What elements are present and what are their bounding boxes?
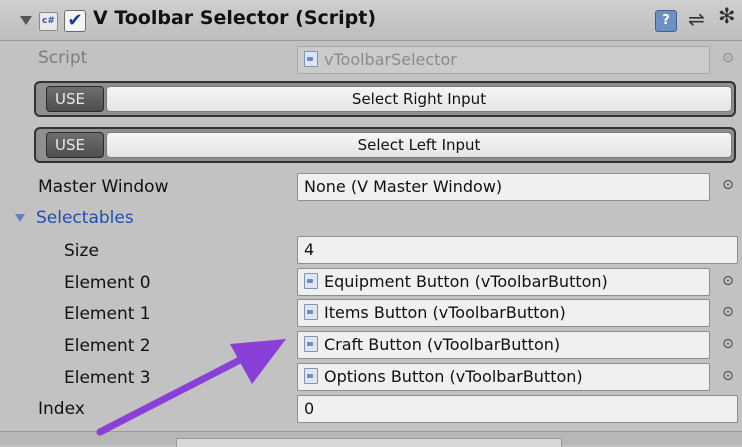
annotation-arrow <box>96 339 286 436</box>
arrow-shaft <box>96 356 244 436</box>
